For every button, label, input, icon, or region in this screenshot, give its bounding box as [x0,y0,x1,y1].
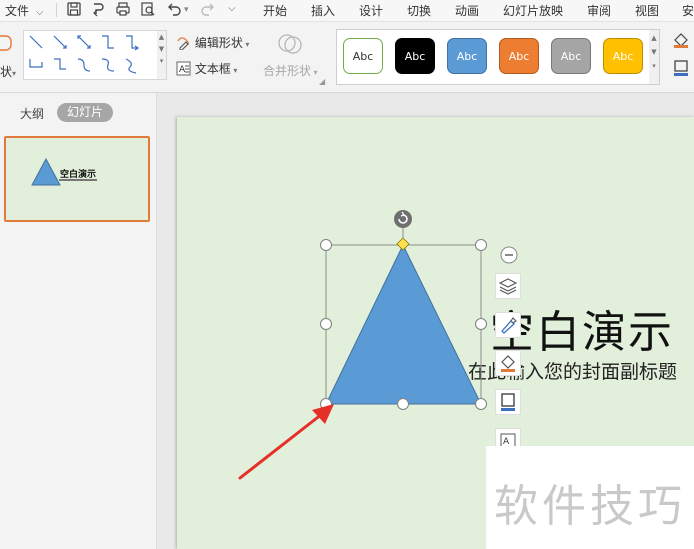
style-gallery-scrollbar[interactable]: ▲ ▼ ▾ [649,29,660,85]
tab-outline[interactable]: 大纲 [20,105,44,122]
undo-icon[interactable] [166,1,182,17]
outline-icon [501,393,515,411]
adjust-handle [396,237,410,251]
thumbnail-triangle [31,158,61,186]
slide-thumbnail-1[interactable]: 空白演示 [4,136,150,222]
scroll-up-icon[interactable]: ▲ [649,34,659,42]
collapse-icon[interactable] [499,245,519,265]
edit-shape-button[interactable]: 编辑形状 ▾ [176,34,249,51]
tab-view[interactable]: 视图 [635,2,659,19]
svg-text:A: A [179,65,186,75]
file-menu-label: 文件 [5,4,30,18]
chevron-down-icon: ▾ [242,40,250,49]
layers-icon [498,278,518,295]
tab-design[interactable]: 设计 [359,2,383,19]
layers-button[interactable] [495,273,521,299]
annotation-arrow [238,404,334,480]
save-icon[interactable] [66,1,82,17]
merge-shape-label: 合并形状 [263,64,312,78]
dropdown-icon[interactable]: ⌵ [228,3,236,14]
resize-handle-ne [475,239,487,251]
shape-icon[interactable] [0,34,12,52]
undo-history-icon[interactable] [90,1,106,17]
tab-insert[interactable]: 插入 [311,2,335,19]
undo-dropdown-icon[interactable]: ▾ [184,5,189,15]
chevron-down-icon: ▾ [311,68,318,77]
style-swatch-4[interactable]: Abc [551,38,591,74]
text-box-icon: A [176,61,191,76]
shape-button-label: 状 [0,65,13,79]
edit-shape-icon [177,37,189,51]
tab-slides[interactable]: 幻灯片 [57,103,113,122]
print-icon[interactable] [115,1,131,17]
triangle-shape-selection[interactable] [310,205,500,420]
text-box-label: 文本框 [194,62,231,76]
divider [56,3,57,17]
ribbon: 状▾ ▲ ▼ ▾ 编辑形状 ▾ A 文本框 ▾ 合并形状 ▾ ◢ Abc Abc… [0,22,694,93]
outline-icon[interactable] [672,60,690,76]
shape-button[interactable]: 状▾ [0,63,16,80]
text-box-button[interactable]: A 文本框 ▾ [176,60,237,77]
style-swatch-2[interactable]: Abc [443,34,491,78]
resize-handle-nw [320,239,332,251]
tab-security[interactable]: 安 [682,2,694,19]
scroll-up-icon[interactable]: ▲ [157,33,166,41]
tab-animation[interactable]: 动画 [455,2,479,19]
group-expand-icon[interactable]: ◢ [319,77,325,86]
fill-icon [501,355,515,372]
resize-handle-s [397,398,409,410]
style-swatch-1[interactable]: Abc [395,38,435,74]
triangle-shape [325,243,482,405]
resize-handle-e [475,318,487,330]
scroll-down-icon[interactable]: ▼ [649,48,659,56]
print-preview-icon[interactable] [140,1,156,17]
chevron-down-icon: ▾ [12,69,17,78]
watermark: 软件技巧 [494,481,686,532]
merge-shape-icon [278,34,302,54]
fill-icon[interactable] [672,32,690,48]
scroll-down-icon[interactable]: ▼ [157,45,166,53]
format-brush-button[interactable] [495,312,521,338]
outline-button[interactable] [495,389,521,415]
tab-home[interactable]: 开始 [263,2,287,19]
style-swatch-0[interactable]: Abc [343,38,383,74]
line-shape-gallery[interactable] [23,30,159,80]
style-swatch-3[interactable]: Abc [499,38,539,74]
chevron-down-icon: ▾ [230,66,238,75]
gallery-scrollbar[interactable]: ▲ ▼ ▾ [157,30,167,80]
redo-icon[interactable] [200,1,216,17]
shape-style-gallery: Abc Abc Abc Abc Abc Abc [336,29,650,85]
menu-bar: 文件 ⌵ ▾ ⌵ 开始 插入 设计 切换 动画 幻灯片放映 审阅 视图 安 [0,0,694,22]
floating-toolbar: A [495,245,523,455]
file-menu[interactable]: 文件 ⌵ [5,2,43,19]
resize-handle-se [475,398,487,410]
style-swatch-5[interactable]: Abc [603,38,643,74]
thumbnail-subtitle [59,179,97,181]
fill-button[interactable] [495,350,521,376]
brush-icon [501,317,517,334]
resize-handle-w [320,318,332,330]
edit-shape-label: 编辑形状 [194,36,243,50]
tab-transition[interactable]: 切换 [407,2,431,19]
tab-review[interactable]: 审阅 [587,2,611,19]
merge-shape-button[interactable]: 合并形状 ▾ [263,62,318,79]
expand-icon[interactable]: ▾ [649,62,659,70]
line-shapes-icon [29,35,140,74]
left-panel: 大纲 幻灯片 空白演示 [0,93,157,549]
expand-icon[interactable]: ▾ [157,57,166,65]
chevron-down-icon: ⌵ [35,7,44,18]
tab-slideshow[interactable]: 幻灯片放映 [503,2,563,19]
